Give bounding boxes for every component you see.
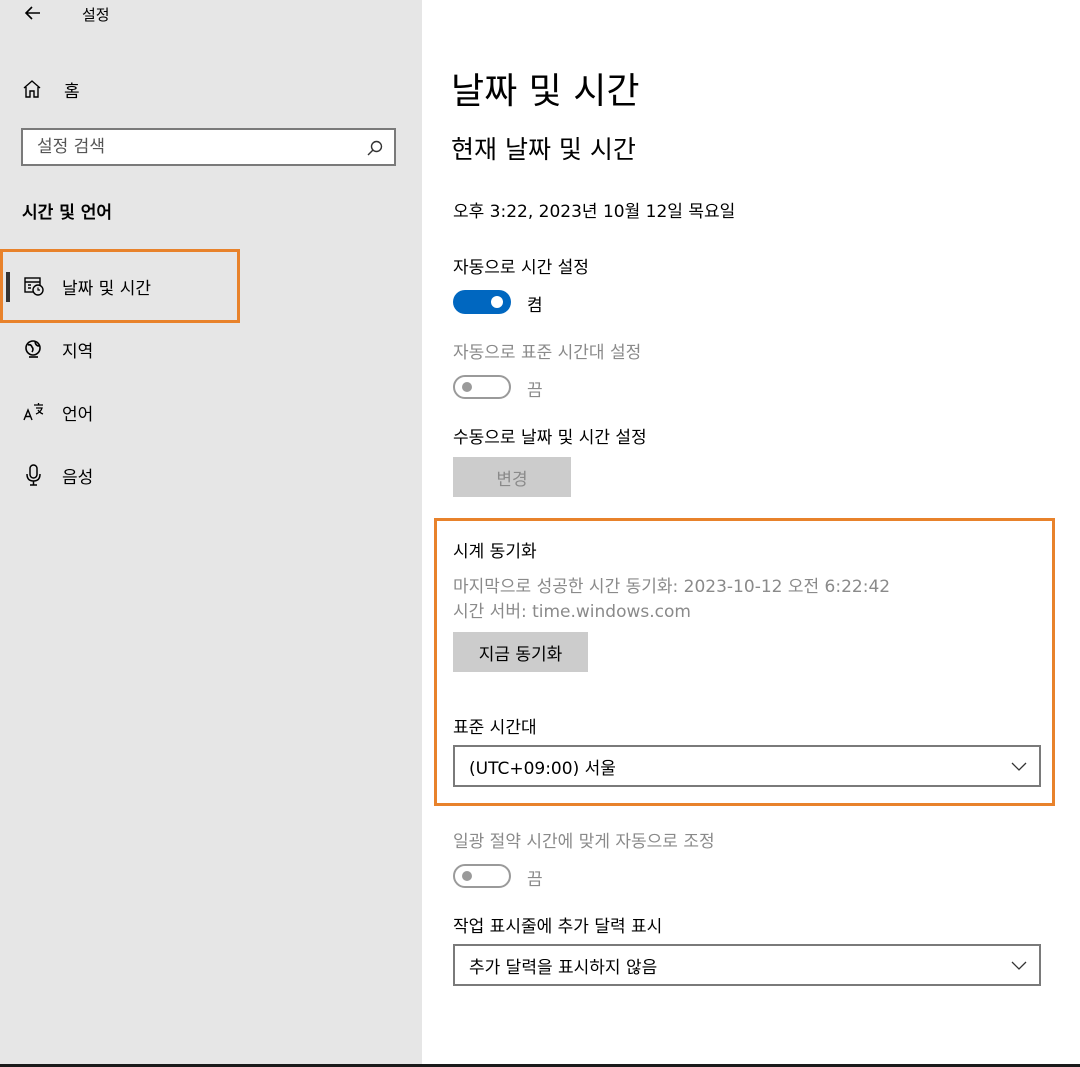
home-icon	[23, 80, 41, 98]
settings-search[interactable]	[21, 128, 396, 166]
calendar-value: 추가 달력을 표시하지 않음	[469, 957, 658, 978]
change-button[interactable]: 변경	[453, 457, 571, 497]
search-icon[interactable]	[366, 139, 384, 157]
microphone-icon	[26, 464, 41, 486]
toggle-knob	[462, 871, 472, 881]
calendar-select[interactable]: 추가 달력을 표시하지 않음	[453, 944, 1041, 986]
page-title: 날짜 및 시간	[451, 71, 640, 112]
dst-toggle[interactable]	[453, 864, 511, 888]
app-title: 설정	[82, 6, 110, 24]
auto-time-toggle[interactable]	[453, 290, 511, 314]
search-input[interactable]	[23, 130, 367, 164]
auto-timezone-toggle[interactable]	[453, 375, 511, 399]
calendar-label: 작업 표시줄에 추가 달력 표시	[453, 917, 663, 937]
language-icon	[23, 403, 44, 421]
back-arrow-icon	[24, 6, 40, 20]
sidebar-item-region[interactable]: 지역	[0, 323, 422, 375]
toggle-knob	[491, 296, 503, 308]
sidebar: 설정 홈 시간 및 언어 날짜 및 시간 지역	[0, 0, 422, 1064]
auto-time-state: 켬	[527, 296, 543, 316]
auto-timezone-label: 자동으로 표준 시간대 설정	[453, 343, 642, 363]
sidebar-home[interactable]: 홈	[22, 74, 80, 104]
auto-time-label: 자동으로 시간 설정	[453, 258, 589, 278]
manual-time-label: 수동으로 날짜 및 시간 설정	[453, 428, 647, 448]
dst-state: 끔	[527, 870, 543, 890]
current-datetime: 오후 3:22, 2023년 10월 12일 목요일	[453, 202, 736, 222]
chevron-down-icon	[1011, 961, 1027, 970]
sidebar-item-speech[interactable]: 음성	[0, 449, 422, 501]
dst-label: 일광 절약 시간에 맞게 자동으로 조정	[453, 832, 715, 852]
highlight-box-sync	[434, 518, 1055, 806]
back-button[interactable]	[22, 2, 46, 24]
sidebar-item-label: 언어	[62, 404, 94, 425]
sidebar-item-label: 음성	[62, 467, 94, 488]
section-subtitle: 현재 날짜 및 시간	[451, 135, 636, 164]
sidebar-item-language[interactable]: 언어	[0, 386, 422, 438]
home-label: 홈	[64, 81, 80, 102]
region-globe-icon	[25, 340, 41, 358]
highlight-box-nav	[0, 249, 240, 323]
sidebar-item-label: 지역	[62, 341, 94, 362]
section-title: 시간 및 언어	[22, 203, 113, 223]
toggle-knob	[462, 382, 472, 392]
auto-timezone-state: 끔	[527, 381, 543, 401]
